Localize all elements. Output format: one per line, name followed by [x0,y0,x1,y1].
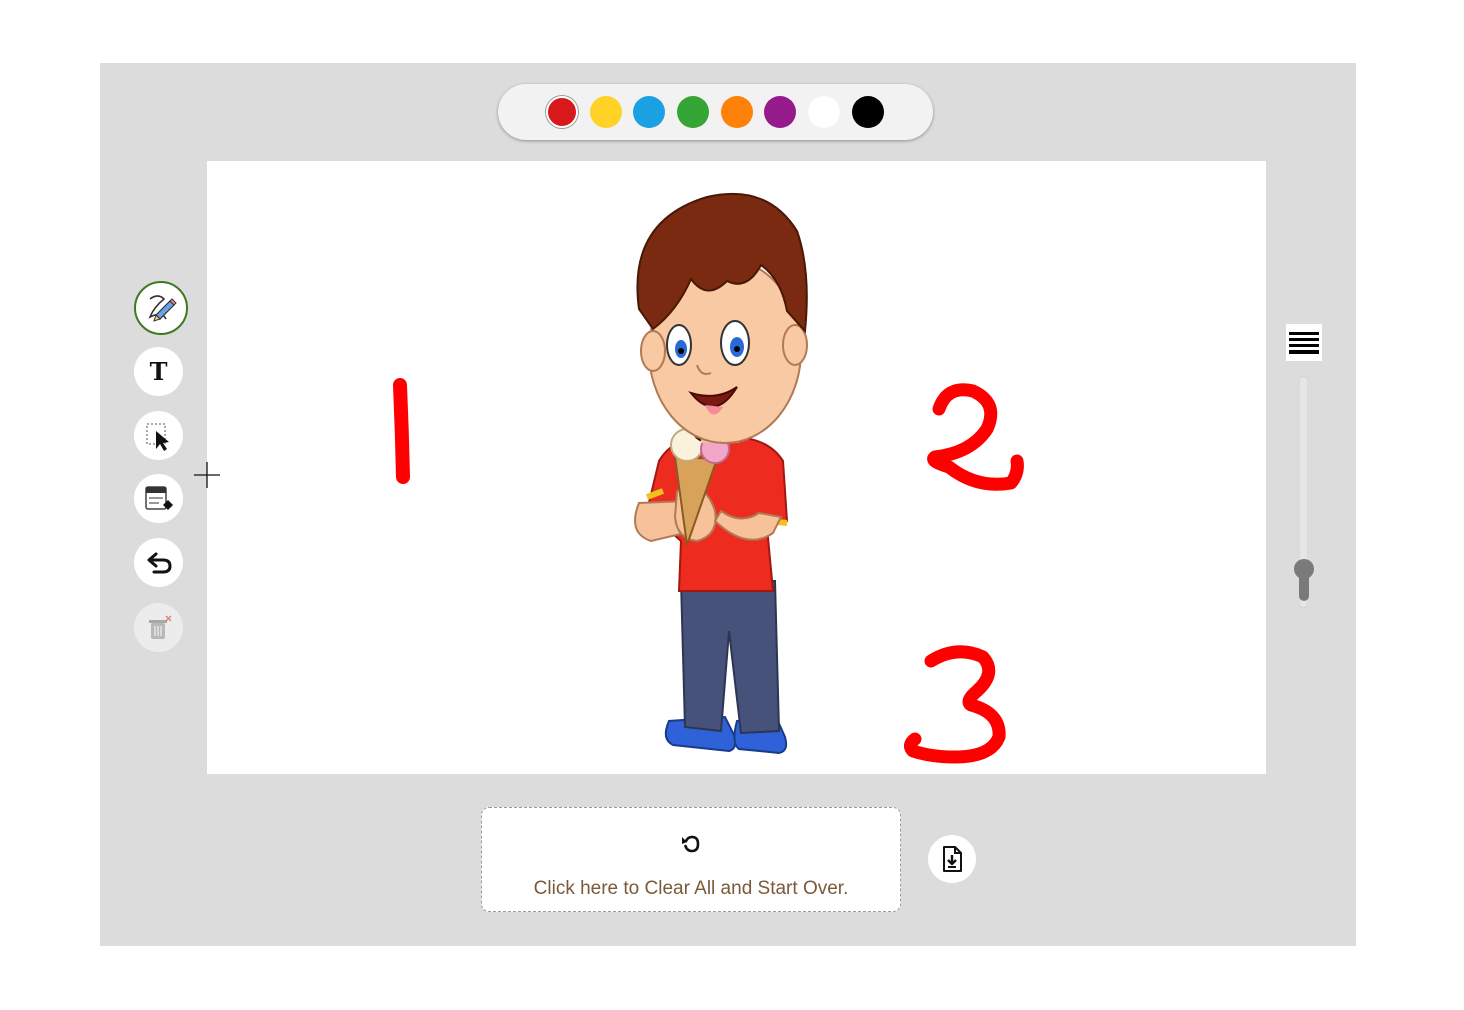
color-swatch-blue[interactable] [633,96,665,128]
drawn-number-2 [927,383,1024,491]
file-download-icon [943,846,962,872]
drawn-number-3 [903,645,1006,764]
select-tool[interactable] [134,411,183,460]
pencil-tool[interactable] [134,281,188,335]
undo-tool[interactable] [134,538,183,587]
color-swatch-black[interactable] [852,96,884,128]
color-swatch-green[interactable] [677,96,709,128]
color-swatch-white[interactable] [808,96,840,128]
drawn-number-1 [393,378,410,484]
crosshair-cursor-icon [194,462,220,488]
color-swatch-purple[interactable] [764,96,796,128]
clear-all-label: Click here to Clear All and Start Over. [533,878,849,899]
clear-all-button[interactable]: Click here to Clear All and Start Over. [481,807,901,912]
undo-icon [147,552,172,573]
eraser-icon [144,485,173,510]
download-button[interactable] [928,835,976,883]
color-swatch-red[interactable] [546,96,578,128]
color-swatch-yellow[interactable] [590,96,622,128]
text-tool[interactable]: T [134,347,183,396]
boy-with-ice-cream-illustration [634,192,808,755]
eraser-tool[interactable] [134,474,183,523]
color-palette [498,84,933,140]
drawing-canvas[interactable] [207,161,1266,774]
pencil-icon [148,295,177,322]
trash-icon [148,614,172,639]
text-t-icon: T [149,357,168,386]
drawing-app: T Click here to Clear All and Start Over… [100,63,1356,946]
brush-size-slider-thumb[interactable] [1286,557,1322,603]
delete-tool[interactable] [134,603,183,652]
select-arrow-icon [146,423,169,451]
refresh-icon [682,835,700,853]
canvas-surface[interactable] [207,161,1266,774]
line-width-icon[interactable] [1286,324,1322,361]
color-swatch-orange[interactable] [721,96,753,128]
